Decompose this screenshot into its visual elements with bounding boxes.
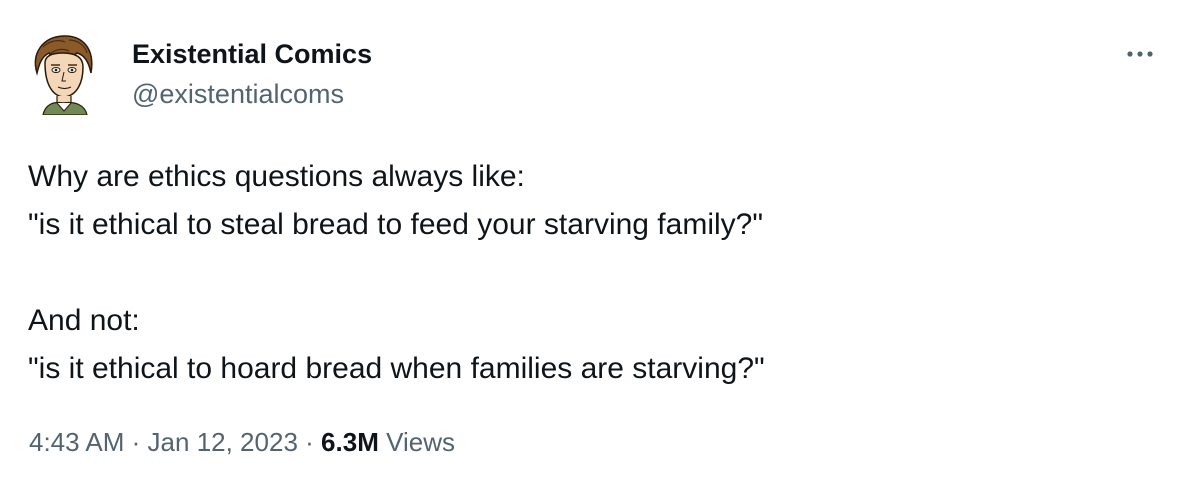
meta-separator: · [305, 427, 314, 457]
more-options-button[interactable] [1122, 42, 1158, 66]
tweet-metadata: 4:43 AM · Jan 12, 2023 · 6.3M Views [29, 426, 455, 458]
author-handle[interactable]: @existentialcoms [132, 78, 344, 110]
views-count[interactable]: 6.3M [321, 427, 379, 457]
avatar[interactable] [29, 33, 99, 116]
tweet-date[interactable]: Jan 12, 2023 [148, 427, 298, 457]
avatar-portrait-icon [34, 35, 93, 116]
more-options-icon [1127, 51, 1153, 57]
meta-separator: · [131, 427, 141, 457]
tweet-text: Why are ethics questions always like: "i… [28, 160, 765, 385]
author-display-name[interactable]: Existential Comics [132, 38, 372, 70]
tweet-card: Existential Comics @existentialcoms Why … [0, 0, 1190, 492]
tweet-time[interactable]: 4:43 AM [29, 427, 124, 457]
views-label[interactable]: Views [386, 427, 455, 457]
